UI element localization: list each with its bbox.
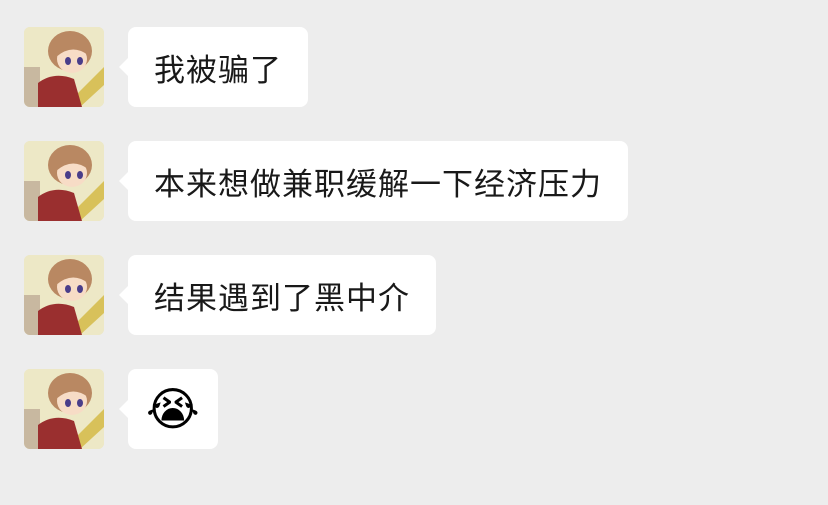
- avatar[interactable]: [24, 369, 104, 449]
- message-text: 我被骗了: [154, 52, 282, 89]
- chat-message-list: 我被骗了 本来想做兼职缓解一下经济压力 结果遇到了黑中介 😭: [0, 0, 828, 505]
- anime-girl-avatar-icon: [24, 27, 104, 107]
- message-text: 本来想做兼职缓解一下经济压力: [154, 166, 602, 203]
- anime-girl-avatar-icon: [24, 141, 104, 221]
- loudly-crying-face-icon: 😭: [146, 382, 200, 436]
- avatar[interactable]: [24, 141, 104, 221]
- avatar[interactable]: [24, 255, 104, 335]
- message-bubble[interactable]: 我被骗了: [119, 27, 308, 107]
- message-bubble[interactable]: 😭: [119, 369, 218, 449]
- anime-girl-avatar-icon: [24, 255, 104, 335]
- message-bubble[interactable]: 本来想做兼职缓解一下经济压力: [119, 141, 628, 221]
- message-bubble[interactable]: 结果遇到了黑中介: [119, 255, 436, 335]
- anime-girl-avatar-icon: [24, 369, 104, 449]
- message-text: 结果遇到了黑中介: [154, 280, 410, 317]
- avatar[interactable]: [24, 27, 104, 107]
